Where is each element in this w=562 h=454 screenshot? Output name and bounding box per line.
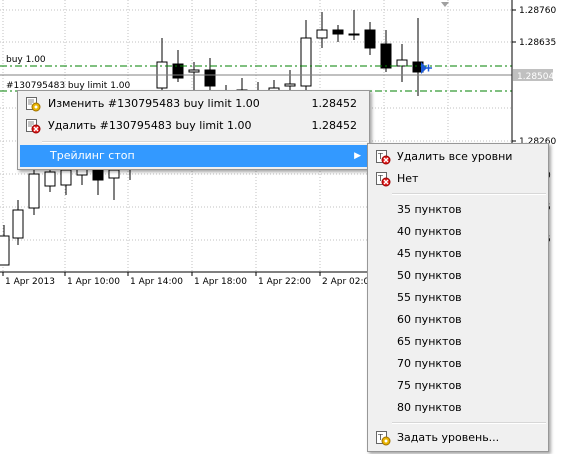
time-label: 1 Apr 22:00 [258,277,311,287]
delete-all-levels-item[interactable]: T Удалить все уровни [370,146,546,168]
menu-separator [42,141,367,143]
candle-body [108,169,120,179]
candle-body [316,29,328,39]
candle-body [300,37,312,87]
trailing-level-label: 40 пунктов [397,225,462,238]
time-axis: 1 Apr 2013 1 Apr 10:00 1 Apr 14:00 1 Apr… [2,272,370,287]
candle-body [396,59,408,67]
delete-levels-icon: T [376,150,391,165]
candle-body [204,69,216,87]
candle-body [0,235,10,266]
trailing-level-label: 45 пунктов [397,247,462,260]
trailing-level-item[interactable]: 60 пунктов [370,309,546,331]
trailing-level-item[interactable]: 35 пунктов [370,199,546,221]
trailing-level-item[interactable]: 40 пунктов [370,221,546,243]
trailing-level-label: 55 пунктов [397,291,462,304]
set-level-icon: T [376,431,391,446]
candle-body [92,169,104,181]
trailing-none-item[interactable]: T Нет [370,168,546,190]
price-label: 1.28635 [519,38,556,48]
candle-body [332,29,344,35]
trailing-level-label: 70 пунктов [397,357,462,370]
time-label: 1 Apr 2013 [5,277,55,287]
delete-order-label: Удалить #130795483 buy limit 1.00 [48,119,252,132]
buy-order-label: buy 1.00 [6,55,46,65]
trailing-level-label: 75 пунктов [397,379,462,392]
candle-body [12,209,24,239]
trailing-level-item[interactable]: 50 пунктов [370,265,546,287]
delete-order-item[interactable]: Удалить #130795483 buy limit 1.00 1.2845… [20,115,367,137]
delete-order-price: 1.28452 [311,119,358,132]
trailing-level-label: 65 пунктов [397,335,462,348]
trailing-none-icon: T [376,172,391,187]
delete-all-levels-label: Удалить все уровни [397,150,513,163]
current-price-label: 1.28504 [517,72,554,82]
modify-order-item[interactable]: Изменить #130795483 buy limit 1.00 1.284… [20,93,367,115]
candle-body [28,173,40,209]
time-label: 1 Apr 18:00 [194,277,247,287]
trailing-none-label: Нет [397,172,419,185]
trailing-stop-item[interactable]: Трейлинг стоп ▶ [20,145,367,167]
menu-separator [392,422,546,424]
menu-separator [392,193,546,195]
price-label: 1.28760 [519,6,556,16]
candle-body [284,83,296,87]
candle-body [188,69,200,73]
modify-order-label: Изменить #130795483 buy limit 1.00 [48,97,260,110]
trailing-level-item[interactable]: 80 пунктов [370,397,546,419]
trailing-level-item[interactable]: 75 пунктов [370,375,546,397]
candle-body [44,171,56,187]
submenu-arrow-icon: ▶ [354,151,361,161]
order-context-menu: Изменить #130795483 buy limit 1.00 1.284… [17,90,370,170]
trailing-level-item[interactable]: 70 пунктов [370,353,546,375]
time-label: 1 Apr 10:00 [67,277,120,287]
set-level-label: Задать уровень... [397,431,500,444]
edit-order-icon [26,97,41,112]
candle-body [60,169,72,186]
set-level-item[interactable]: T Задать уровень... [370,427,546,449]
trailing-level-label: 80 пунктов [397,401,462,414]
candle-body [380,43,392,69]
trailing-level-item[interactable]: 65 пунктов [370,331,546,353]
candle-body [348,33,360,36]
time-label: 2 Apr 02:0 [322,277,370,287]
modify-order-price: 1.28452 [311,97,358,110]
trailing-level-label: 50 пунктов [397,269,462,282]
trailing-level-item[interactable]: 55 пунктов [370,287,546,309]
trailing-level-item[interactable]: 45 пунктов [370,243,546,265]
trailing-stop-submenu: T Удалить все уровни T Нет 35 пунктов 40… [367,143,549,452]
delete-order-icon [26,119,41,134]
candle-body [364,29,376,49]
time-label: 1 Apr 14:00 [130,277,183,287]
trailing-level-label: 35 пунктов [397,203,462,216]
trailing-level-label: 60 пунктов [397,313,462,326]
order-marker-icon[interactable] [421,62,432,74]
trailing-stop-label: Трейлинг стоп [50,149,135,162]
